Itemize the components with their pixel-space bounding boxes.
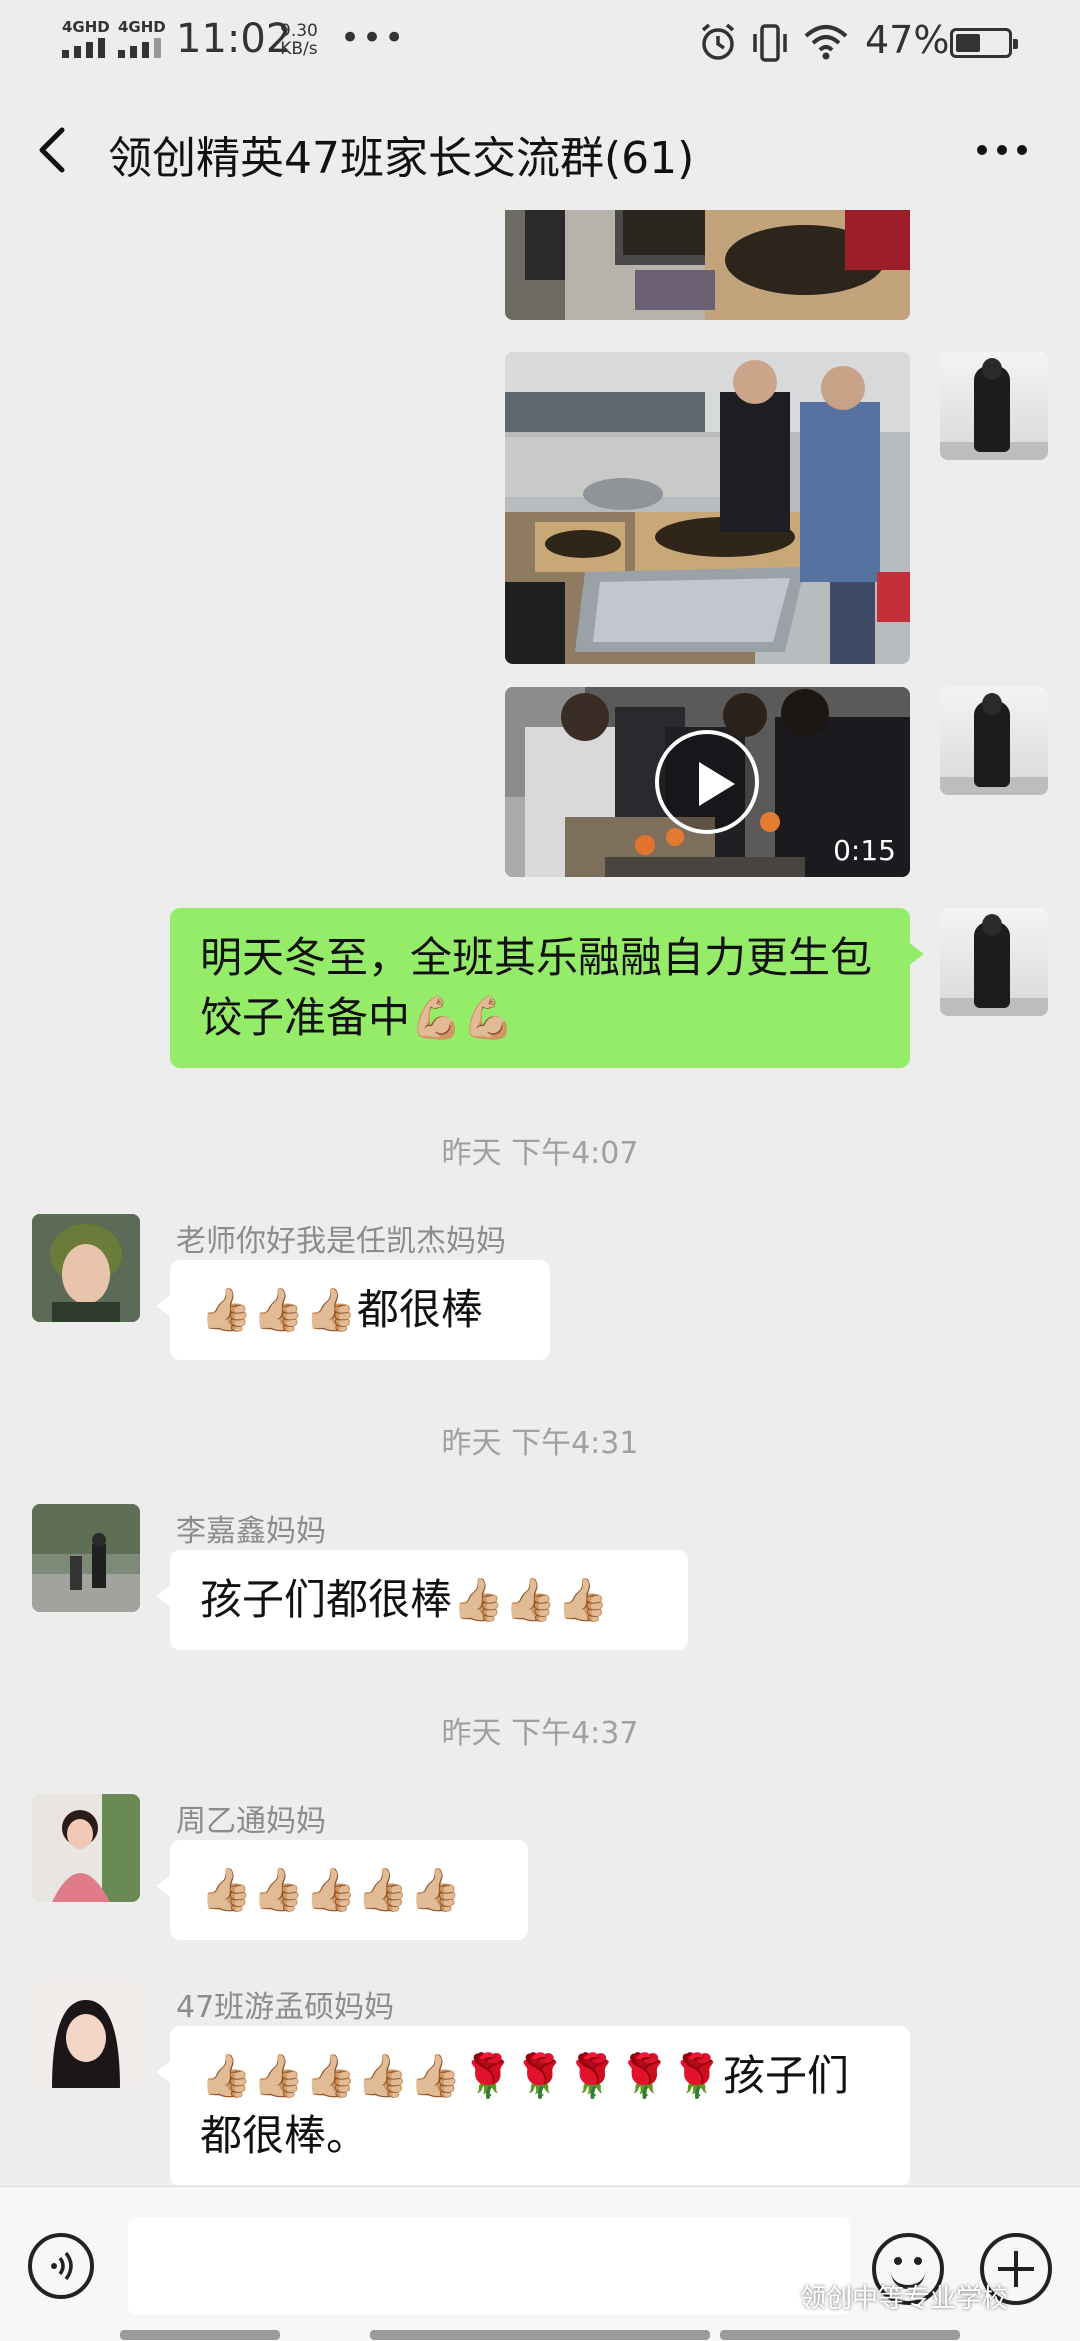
shared-video[interactable]: 0:15	[505, 687, 910, 877]
status-bar: 4GHD 4GHD 11:02 9.30 KB/s ••• 47%	[0, 0, 1080, 84]
sender-avatar[interactable]	[32, 1794, 140, 1902]
nav-indicator	[120, 2330, 280, 2340]
sender-name: 李嘉鑫妈妈	[176, 1514, 326, 1549]
chat-header: 领创精英47班家长交流群(61)	[0, 100, 1080, 200]
timestamp: 昨天 下午4:07	[441, 1136, 639, 1171]
network-type-1: 4GHD	[62, 18, 110, 36]
chat-title: 领创精英47班家长交流群(61)	[108, 133, 695, 184]
network-type-2: 4GHD	[118, 18, 166, 36]
sender-name: 47班游孟硕妈妈	[176, 1990, 395, 2025]
nav-indicator	[370, 2330, 710, 2340]
my-message-bubble[interactable]: 明天冬至，全班其乐融融自力更生包饺子准备中💪🏼💪🏼	[170, 908, 924, 1068]
message-input[interactable]	[128, 2217, 850, 2315]
play-icon[interactable]	[655, 730, 759, 834]
vibrate-icon	[753, 24, 787, 62]
back-arrow-icon[interactable]	[30, 122, 80, 178]
clock: 11:02	[176, 16, 292, 62]
message-bubble[interactable]: 孩子们都很棒👍🏼👍🏼👍🏼	[156, 1550, 688, 1650]
message-bubble[interactable]: 👍🏼👍🏼👍🏼👍🏼👍🏼🌹🌹🌹🌹🌹孩子们都很棒。	[156, 2026, 910, 2185]
sender-avatar[interactable]	[32, 1504, 140, 1612]
watermark: 领创中等专业学校	[800, 2284, 1009, 2314]
more-options-icon[interactable]	[972, 130, 1032, 170]
message-bubble[interactable]: 👍🏼👍🏼👍🏼👍🏼👍🏼	[156, 1840, 528, 1940]
more-notifications-icon: •••	[340, 18, 407, 58]
shared-image-1[interactable]	[505, 210, 910, 320]
battery-percent: 47%	[865, 18, 950, 62]
signal-icon-2	[118, 38, 164, 58]
timestamp: 昨天 下午4:31	[441, 1426, 639, 1461]
sender-avatar[interactable]	[32, 1980, 140, 2088]
sender-name: 老师你好我是任凯杰妈妈	[176, 1224, 506, 1259]
voice-input-icon[interactable]	[28, 2233, 94, 2299]
my-avatar[interactable]	[940, 352, 1048, 460]
sender-name: 周乙通妈妈	[176, 1804, 326, 1839]
video-duration: 0:15	[833, 834, 896, 867]
sender-avatar[interactable]	[32, 1214, 140, 1322]
my-avatar[interactable]	[940, 908, 1048, 1016]
input-bar	[0, 2186, 1080, 2341]
nav-indicator	[720, 2330, 960, 2340]
message-bubble[interactable]: 👍🏼👍🏼👍🏼都很棒	[156, 1260, 550, 1360]
my-avatar[interactable]	[940, 687, 1048, 795]
signal-icon-1	[62, 38, 108, 58]
wifi-icon	[804, 25, 848, 60]
shared-image-2[interactable]	[505, 352, 910, 664]
timestamp: 昨天 下午4:37	[441, 1716, 639, 1751]
network-speed: 9.30 KB/s	[280, 21, 318, 59]
message-list[interactable]: 0:15 明天冬至，全班其乐融融自力更生包饺子准备中💪🏼💪🏼 昨天 下午4:07…	[0, 210, 1080, 2185]
battery-icon	[950, 28, 1018, 58]
alarm-icon	[701, 23, 735, 60]
